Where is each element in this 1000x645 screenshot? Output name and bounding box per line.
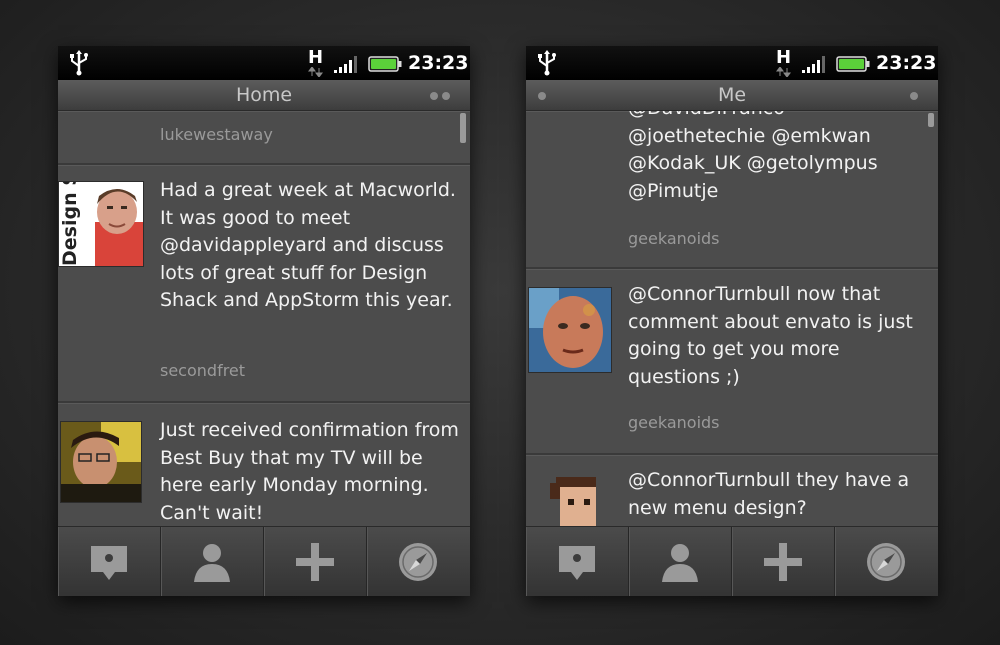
tweet-username[interactable]: geekanoids (628, 229, 720, 249)
bottom-nav (58, 526, 470, 596)
tweet-text: Just received confirmation from Best Buy… (160, 419, 459, 524)
avatar[interactable] (60, 421, 142, 503)
scrollbar[interactable] (928, 113, 934, 127)
avatar-photo (529, 288, 611, 372)
profile-tab-button[interactable] (161, 527, 264, 596)
title-bar: Home (58, 80, 470, 111)
page-indicator-dot (538, 92, 546, 100)
avatar-text: Design Shack (59, 182, 81, 266)
tweet-feed[interactable]: lukewestaway Design Shack Had a great we… (58, 111, 470, 526)
status-bar: H 23:23 (58, 46, 470, 80)
page-title: Me (717, 84, 747, 106)
page-indicator-dot (910, 92, 918, 100)
tweet-text: @ConnorTurnbull now that comment about e… (628, 283, 913, 388)
tweet-item[interactable]: @DavidDiFranco @joethetechie @emkwan @Ko… (526, 111, 938, 269)
bottom-nav (526, 526, 938, 596)
network-h-icon: H (306, 48, 328, 78)
avatar[interactable]: Design Shack (58, 181, 144, 267)
add-icon (296, 543, 334, 581)
tweet-username[interactable]: lukewestaway (160, 125, 273, 145)
tweet-username[interactable]: secondfret (160, 361, 245, 381)
tweet-text: @ConnorTurnbull they have a new menu des… (628, 469, 910, 519)
signal-icon (802, 56, 825, 73)
network-type: H (308, 47, 324, 68)
battery-icon (836, 56, 870, 72)
tweet-text: Had a great week at Macworld. It was goo… (160, 179, 456, 311)
page-title: Home (235, 84, 293, 106)
profile-icon (662, 544, 698, 582)
avatar-photo (550, 477, 596, 526)
tweet-item[interactable]: @ConnorTurnbull they have a new menu des… (526, 455, 938, 526)
signal-icon (334, 56, 357, 73)
avatar[interactable] (528, 287, 612, 373)
tweet-item[interactable]: lukewestaway (58, 111, 470, 165)
status-bar: H 23:23 (526, 46, 938, 80)
profile-icon (194, 544, 230, 582)
tweets-tab-button[interactable] (58, 527, 161, 596)
tweet-item[interactable]: @ConnorTurnbull now that comment about e… (526, 269, 938, 455)
scrollbar[interactable] (460, 113, 466, 143)
tweet-icon (559, 546, 595, 580)
phone-screen-me: H 23:23 Me @DavidDiFranco @joethetechie … (526, 46, 938, 596)
clock: 23:23 (408, 52, 469, 74)
usb-icon (538, 50, 556, 76)
battery-icon (368, 56, 402, 72)
avatar[interactable] (530, 473, 610, 526)
page-indicator-dot (442, 92, 450, 100)
add-icon (764, 543, 802, 581)
tweet-icon (91, 546, 127, 580)
network-type: H (776, 47, 792, 68)
tweet-item[interactable]: Just received confirmation from Best Buy… (58, 403, 470, 526)
compass-icon (867, 543, 905, 581)
tweet-text: @DavidDiFranco @joethetechie @emkwan @Ko… (628, 111, 878, 202)
page-indicator-dot (430, 92, 438, 100)
tweets-tab-button[interactable] (526, 527, 629, 596)
avatar-photo (61, 422, 141, 502)
tweet-item[interactable]: Design Shack Had a great week at Macworl… (58, 165, 470, 403)
explore-tab-button[interactable] (367, 527, 469, 596)
title-bar: Me (526, 80, 938, 111)
network-h-icon: H (774, 48, 796, 78)
new-tweet-tab-button[interactable] (264, 527, 367, 596)
new-tweet-tab-button[interactable] (732, 527, 835, 596)
compass-icon (399, 543, 437, 581)
tweet-feed[interactable]: @DavidDiFranco @joethetechie @emkwan @Ko… (526, 111, 938, 526)
profile-tab-button[interactable] (629, 527, 732, 596)
clock: 23:23 (876, 52, 937, 74)
usb-icon (70, 50, 88, 76)
phone-screen-home: H 23:23 Home lukewestaway Design Shack H… (58, 46, 470, 596)
tweet-username[interactable]: geekanoids (628, 413, 720, 433)
explore-tab-button[interactable] (835, 527, 937, 596)
